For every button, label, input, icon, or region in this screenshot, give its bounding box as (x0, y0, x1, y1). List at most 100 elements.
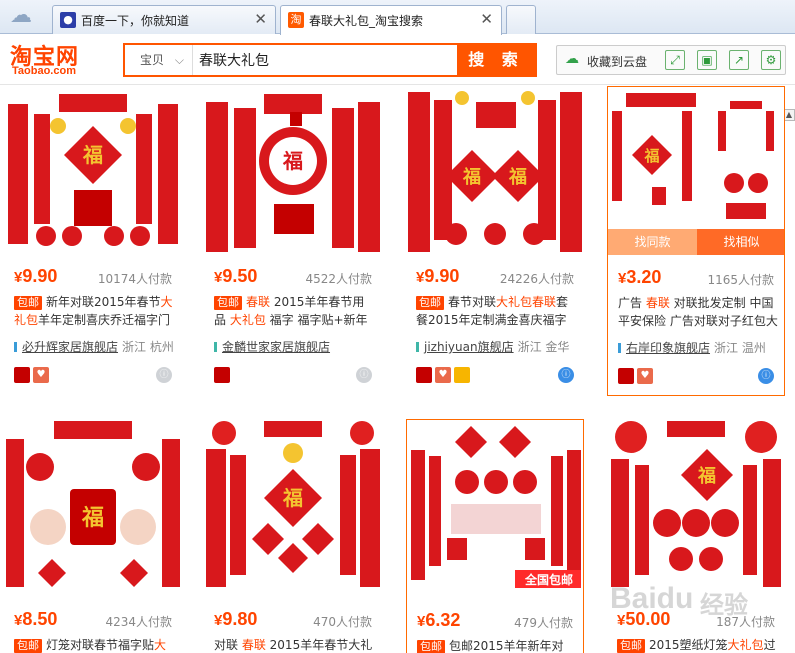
site-header: 淘宝网 Taobao.com 宝贝 ⌵ 搜 索 ☁ 收藏到云盘 ⤢ ▣ ↗ ⚙ … (0, 35, 795, 121)
shop-icon (14, 342, 17, 352)
product-price: ¥3.20 (618, 267, 662, 287)
svg-text:福: 福 (81, 506, 104, 531)
free-shipping-badge: 包邮 (14, 639, 42, 653)
product-title[interactable]: 广告 春联 对联批发定制 中国平安保险 广告对联对子红包大 (618, 294, 778, 330)
share-icon[interactable]: ↗ (729, 50, 749, 70)
svg-text:福: 福 (643, 147, 659, 165)
free-shipping-stamp: 全国包邮 (524, 573, 573, 587)
cloud-icon[interactable]: ☁ (10, 5, 38, 27)
product-title[interactable]: 对联 春联 2015羊年春节大礼 (214, 636, 374, 653)
sales-count: 4234人付款 (105, 615, 172, 629)
taobao-icon: 淘 (288, 12, 304, 28)
tmall-icon[interactable] (618, 368, 634, 384)
search-category-select[interactable]: 宝贝 ⌵ (125, 45, 193, 75)
heart-icon[interactable]: ♥ (33, 367, 49, 383)
product-title[interactable]: 包邮 新年对联2015年春节大礼包羊年定制喜庆乔迁福字门 (14, 293, 174, 329)
search-input[interactable] (197, 45, 457, 75)
cloud-save-icon: ☁ (565, 51, 579, 67)
search-button[interactable]: 搜 索 (457, 45, 535, 75)
free-shipping-badge: 包邮 (617, 639, 645, 653)
tmall-icon[interactable] (14, 367, 30, 383)
tmall-icon[interactable] (416, 367, 432, 383)
product-card[interactable]: 福 找同款 找相似 ¥3.20 1165人付款 广告 春联 对联批发定制 中国平… (607, 86, 785, 396)
product-card[interactable]: 福 福 ¥9.90 24226人付款 包邮 春节对联大礼包春联套餐2015年定制满… (406, 86, 584, 396)
badge-row (214, 367, 233, 383)
new-tab-button[interactable] (506, 5, 536, 34)
svg-text:福: 福 (282, 149, 303, 173)
close-icon[interactable]: ✕ (480, 10, 493, 28)
find-same-button[interactable]: 找同款 (608, 229, 697, 255)
product-title[interactable]: 包邮 春节对联大礼包春联套餐2015年定制满金喜庆福字 (416, 293, 576, 329)
tab-title: 春联大礼包_淘宝搜索 (309, 14, 424, 28)
wangwang-icon[interactable]: ⓘ (758, 368, 774, 384)
tab-taobao[interactable]: 淘 春联大礼包_淘宝搜索 ✕ (280, 5, 502, 35)
gear-icon[interactable]: ⚙ (761, 50, 781, 70)
badge-row: ♥ (618, 368, 656, 384)
fullscreen-icon[interactable]: ⤢ (665, 50, 685, 70)
product-card[interactable]: 福 ¥9.90 10174人付款 包邮 新年对联2015年春节大礼包羊年定制喜庆乔… (4, 86, 182, 396)
svg-text:福: 福 (462, 166, 481, 188)
search-box: 宝贝 ⌵ 搜 索 (123, 43, 537, 77)
svg-text:福: 福 (508, 166, 527, 188)
save-icon[interactable]: ▣ (697, 50, 717, 70)
wangwang-icon[interactable]: ⓘ (558, 367, 574, 383)
cloud-toolbar: ☁ 收藏到云盘 ⤢ ▣ ↗ ⚙ (556, 45, 786, 75)
shop-icon (416, 342, 419, 352)
shop-link[interactable]: 必升辉家居旗舰店 浙江 杭州 (14, 338, 174, 355)
sales-count: 479人付款 (514, 616, 573, 630)
free-shipping-badge: 包邮 (417, 640, 445, 653)
baidu-watermark-cn: 经验 (700, 591, 748, 619)
free-shipping-badge: 包邮 (214, 296, 242, 310)
product-image[interactable]: 福 找同款 找相似 (608, 87, 784, 255)
badge-row: ♥ (416, 367, 473, 383)
product-price: ¥8.50 (14, 609, 58, 629)
product-card[interactable]: 福 ¥50.00 187人付款 包邮 2015塑纸灯笼大礼包过 (607, 419, 785, 653)
heart-icon[interactable]: ♥ (637, 368, 653, 384)
product-title[interactable]: 包邮 2015塑纸灯笼大礼包过 (617, 636, 777, 653)
sales-count: 470人付款 (313, 615, 372, 629)
product-card[interactable]: 福 ¥8.50 4234人付款 包邮 灯笼对联春节福字贴大 (4, 419, 182, 653)
gold-seller-icon[interactable] (454, 367, 470, 383)
product-price: ¥9.90 (14, 266, 58, 286)
browser-window: ☁ ● 百度一下，你就知道 ✕ 淘 春联大礼包_淘宝搜索 ✕ 淘宝网 Taoba… (0, 0, 795, 653)
shop-link[interactable]: 右岸印象旗舰店 浙江 温州 (618, 339, 766, 356)
product-title[interactable]: 包邮 灯笼对联春节福字贴大 (14, 636, 174, 653)
sales-count: 24226人付款 (499, 272, 574, 286)
product-price: ¥9.50 (214, 266, 258, 286)
product-image[interactable]: 全国包邮 (407, 420, 583, 588)
product-price: ¥9.90 (416, 266, 460, 286)
product-image[interactable]: 福 (204, 419, 382, 587)
free-shipping-badge: 包邮 (416, 296, 444, 310)
product-price: ¥6.32 (417, 610, 461, 630)
product-image[interactable]: 福 (4, 86, 182, 254)
wangwang-icon[interactable]: ⓘ (356, 367, 372, 383)
shop-icon (214, 342, 217, 352)
product-card[interactable]: 福 ¥9.50 4522人付款 包邮 春联 2015羊年春节用品 大礼包 福字 福… (204, 86, 382, 396)
shop-link[interactable]: jizhiyuan旗舰店 浙江 金华 (416, 338, 569, 355)
chevron-down-icon: ⌵ (174, 53, 184, 67)
tab-baidu[interactable]: ● 百度一下，你就知道 ✕ (52, 5, 276, 34)
svg-text:福: 福 (697, 465, 716, 487)
wangwang-icon[interactable]: ⓘ (156, 367, 172, 383)
free-shipping-badge: 包邮 (14, 296, 42, 310)
heart-icon[interactable]: ♥ (435, 367, 451, 383)
badge-row: ♥ (14, 367, 52, 383)
product-price: ¥9.80 (214, 609, 258, 629)
product-card[interactable]: 福 ¥9.80 470人付款 对联 春联 2015羊年春节大礼 (204, 419, 382, 653)
find-similar-bar: 找同款 找相似 (608, 229, 784, 255)
category-label: 宝贝 (140, 53, 165, 67)
product-title[interactable]: 包邮 包邮2015羊年新年对 (417, 637, 577, 653)
cloud-save-button[interactable]: 收藏到云盘 (587, 53, 647, 70)
find-similar-button[interactable]: 找相似 (697, 229, 784, 255)
product-card[interactable]: 全国包邮 ¥6.32 479人付款 包邮 包邮2015羊年新年对 (406, 419, 584, 653)
product-image[interactable]: 福 福 (406, 86, 584, 254)
close-icon[interactable]: ✕ (254, 10, 267, 28)
product-image[interactable]: 福 (4, 419, 182, 587)
product-image[interactable]: 福 (607, 419, 785, 587)
svg-text:福: 福 (282, 486, 303, 510)
shop-link[interactable]: 金麟世家家居旗舰店 (214, 338, 330, 355)
taobao-logo-en: Taobao.com (12, 65, 76, 77)
tmall-icon[interactable] (214, 367, 230, 383)
product-image[interactable]: 福 (204, 86, 382, 254)
product-title[interactable]: 包邮春联 2015羊年春节用品 大礼包 福字 福字贴+新年红包 (214, 293, 374, 329)
